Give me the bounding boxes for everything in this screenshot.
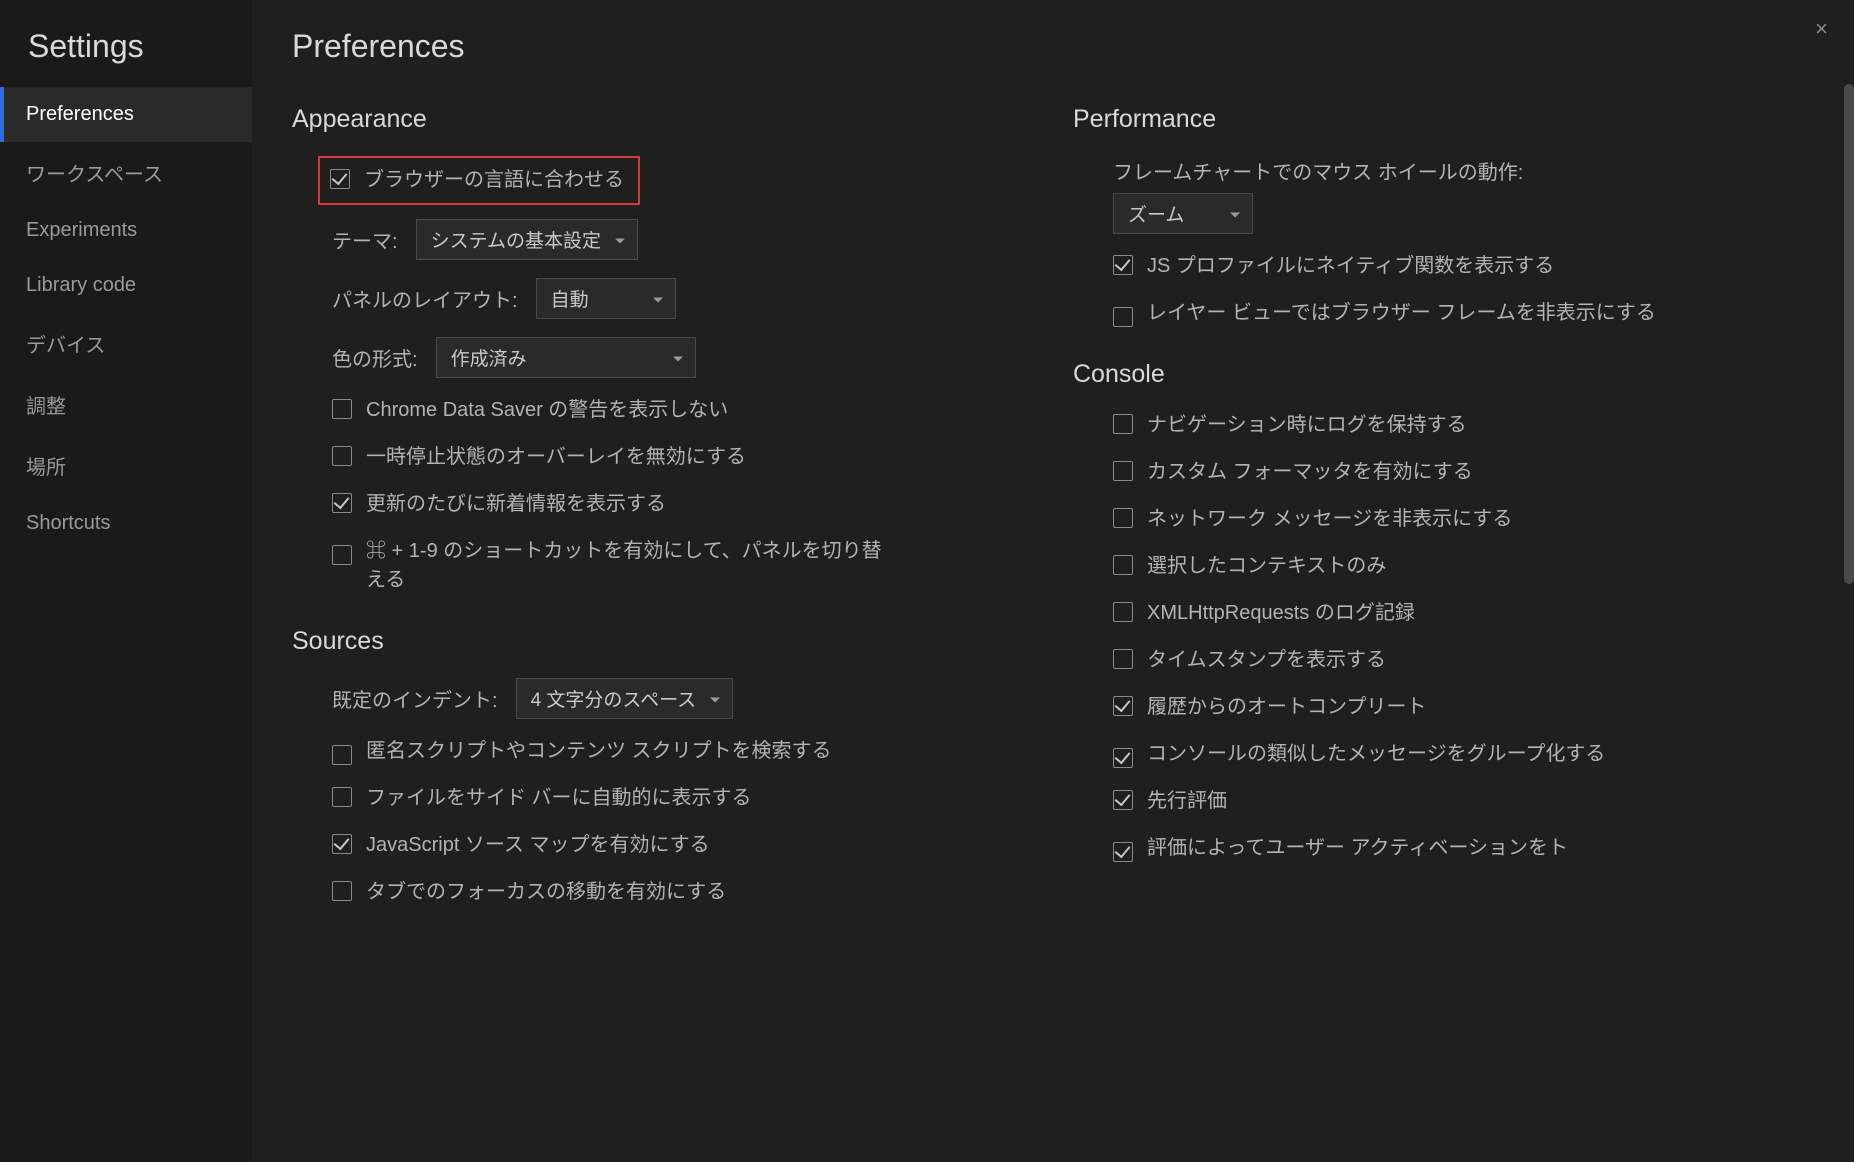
checkbox-icon[interactable] [1113,748,1133,768]
checkbox-selected-context-only[interactable]: 選択したコンテキストのみ [1113,552,1814,581]
checkbox-show-whats-new[interactable]: 更新のたびに新着情報を表示する [332,490,1033,519]
sidebar-item-library-code[interactable]: Library code [0,258,252,313]
section-title-console: Console [1073,360,1814,389]
checkbox-icon[interactable] [1113,307,1133,327]
checkbox-label: 先行評価 [1147,787,1227,816]
checkbox-autocomplete-history[interactable]: 履歴からのオートコンプリート [1113,693,1814,722]
checkbox-eager-eval[interactable]: 先行評価 [1113,787,1814,816]
color-format-select[interactable]: 作成済み [436,337,696,378]
checkbox-label: ナビゲーション時にログを保持する [1147,411,1467,440]
checkbox-label: ネットワーク メッセージを非表示にする [1147,505,1512,534]
checkbox-icon[interactable] [332,745,352,765]
checkbox-data-saver-warning[interactable]: Chrome Data Saver の警告を表示しない [332,396,1033,425]
checkbox-search-anon-scripts[interactable]: 匿名スクリプトやコンテンツ スクリプトを検索する [332,737,1033,766]
checkbox-custom-formatters[interactable]: カスタム フォーマッタを有効にする [1113,458,1814,487]
checkbox-label: 一時停止状態のオーバーレイを無効にする [366,443,746,472]
checkbox-icon[interactable] [1113,255,1133,275]
checkbox-icon[interactable] [332,399,352,419]
checkbox-icon[interactable] [1113,696,1133,716]
checkbox-hide-browser-frames[interactable]: レイヤー ビューではブラウザー フレームを非表示にする [1113,299,1814,328]
flamechart-wheel-select[interactable]: ズーム [1113,193,1253,234]
checkbox-label: ファイルをサイド バーに自動的に表示する [366,784,752,813]
checkbox-label: Chrome Data Saver の警告を表示しない [366,396,728,425]
checkbox-js-source-maps[interactable]: JavaScript ソース マップを有効にする [332,831,1033,860]
checkbox-label: ⌘ + 1-9 のショートカットを有効にして、パネルを切り替える [366,537,886,595]
checkbox-label: JS プロファイルにネイティブ関数を表示する [1147,252,1554,281]
checkbox-icon[interactable] [332,493,352,513]
settings-sidebar: Settings Preferences ワークスペース Experiments… [0,0,252,1162]
checkbox-preserve-log[interactable]: ナビゲーション時にログを保持する [1113,411,1814,440]
checkbox-log-xhr[interactable]: XMLHttpRequests のログ記録 [1113,599,1814,628]
checkbox-auto-reveal-sidebar[interactable]: ファイルをサイド バーに自動的に表示する [332,784,1033,813]
color-format-label: 色の形式: [332,343,418,372]
section-title-performance: Performance [1073,105,1814,134]
default-indent-select[interactable]: 4 文字分のスペース [516,678,734,719]
checkbox-icon[interactable] [332,446,352,466]
checkbox-icon[interactable] [332,834,352,854]
checkbox-group-similar[interactable]: コンソールの類似したメッセージをグループ化する [1113,740,1814,769]
checkbox-label: コンソールの類似したメッセージをグループ化する [1147,740,1605,769]
checkbox-icon[interactable] [1113,790,1133,810]
checkbox-icon[interactable] [1113,555,1133,575]
checkbox-icon[interactable] [332,881,352,901]
page-title: Preferences [292,28,1814,65]
sidebar-title: Settings [0,28,252,87]
checkbox-label: 匿名スクリプトやコンテンツ スクリプトを検索する [366,737,832,766]
checkbox-label: XMLHttpRequests のログ記録 [1147,599,1415,628]
checkbox-label: 選択したコンテキストのみ [1147,552,1386,581]
sidebar-item-experiments[interactable]: Experiments [0,203,252,258]
panel-layout-label: パネルのレイアウト: [332,284,518,313]
section-title-sources: Sources [292,627,1033,656]
theme-label: テーマ: [332,225,398,254]
sidebar-item-shortcuts[interactable]: Shortcuts [0,496,252,551]
checkbox-panel-shortcuts[interactable]: ⌘ + 1-9 のショートカットを有効にして、パネルを切り替える [332,537,1033,595]
sidebar-item-devices[interactable]: デバイス [0,313,252,374]
sidebar-item-workspace[interactable]: ワークスペース [0,142,252,203]
checkbox-icon[interactable] [1113,842,1133,862]
panel-layout-select[interactable]: 自動 [536,278,676,319]
main-panel: × Preferences Appearance ブラウザーの言語に合わせる テ… [252,0,1854,1162]
sidebar-item-locations[interactable]: 場所 [0,435,252,496]
checkbox-label: 更新のたびに新着情報を表示する [366,490,666,519]
checkbox-icon[interactable] [332,545,352,565]
flamechart-wheel-label: フレームチャートでのマウス ホイールの動作: [1113,156,1814,185]
checkbox-label: JavaScript ソース マップを有効にする [366,831,710,860]
checkbox-label: タブでのフォーカスの移動を有効にする [366,878,726,907]
left-column: Appearance ブラウザーの言語に合わせる テーマ: システムの基本設定 … [292,93,1033,925]
close-icon[interactable]: × [1815,18,1828,40]
sidebar-item-preferences[interactable]: Preferences [0,87,252,142]
checkbox-label: レイヤー ビューではブラウザー フレームを非表示にする [1147,299,1656,328]
checkbox-label: 評価によってユーザー アクティベーションをト [1147,834,1568,863]
checkbox-label: 履歴からのオートコンプリート [1147,693,1426,722]
checkbox-label: ブラウザーの言語に合わせる [364,166,624,195]
section-title-appearance: Appearance [292,105,1033,134]
checkbox-match-browser-language[interactable]: ブラウザーの言語に合わせる [318,156,640,205]
checkbox-disable-paused-overlay[interactable]: 一時停止状態のオーバーレイを無効にする [332,443,1033,472]
default-indent-label: 既定のインデント: [332,684,498,713]
checkbox-icon[interactable] [1113,649,1133,669]
checkbox-show-timestamps[interactable]: タイムスタンプを表示する [1113,646,1814,675]
checkbox-icon[interactable] [1113,508,1133,528]
checkbox-icon[interactable] [1113,602,1133,622]
right-column: Performance フレームチャートでのマウス ホイールの動作: ズーム J… [1073,93,1814,925]
checkbox-tab-focus[interactable]: タブでのフォーカスの移動を有効にする [332,878,1033,907]
checkbox-icon[interactable] [330,169,350,189]
checkbox-label: カスタム フォーマッタを有効にする [1147,458,1473,487]
checkbox-label: タイムスタンプを表示する [1147,646,1386,675]
checkbox-icon[interactable] [1113,414,1133,434]
theme-select[interactable]: システムの基本設定 [416,219,638,260]
checkbox-icon[interactable] [1113,461,1133,481]
scrollbar-thumb[interactable] [1844,84,1854,584]
sidebar-item-throttling[interactable]: 調整 [0,374,252,435]
checkbox-native-funcs[interactable]: JS プロファイルにネイティブ関数を表示する [1113,252,1814,281]
checkbox-hide-network[interactable]: ネットワーク メッセージを非表示にする [1113,505,1814,534]
checkbox-icon[interactable] [332,787,352,807]
checkbox-user-activation[interactable]: 評価によってユーザー アクティベーションをト [1113,834,1814,863]
